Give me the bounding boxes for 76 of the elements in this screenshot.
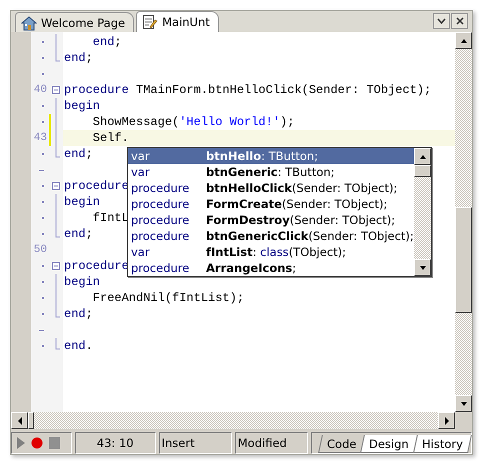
close-button[interactable] <box>451 13 468 29</box>
editor-tab[interactable]: MainUnt <box>136 11 219 32</box>
item-category: procedure <box>130 213 190 227</box>
code-line: end; <box>92 34 122 50</box>
code-line: begin <box>64 98 100 114</box>
completion-item[interactable]: procedure btnGenericClick(Sender: TObject); <box>128 228 414 244</box>
item-signature: btnGeneric: TButton; <box>206 165 335 179</box>
arrow-right-icon <box>444 416 450 424</box>
item-signature: FormDestroy(Sender: TObject); <box>206 213 396 227</box>
view-tab[interactable]: Code <box>318 435 366 453</box>
code-line: end; <box>64 146 93 162</box>
item-signature: ArrangeIcons; <box>206 261 296 275</box>
scroll-up-button[interactable] <box>455 32 472 49</box>
dropdown-button[interactable] <box>433 13 450 29</box>
chevron-icon <box>437 18 446 24</box>
insert-mode: Insert <box>158 432 232 454</box>
item-signature: fIntList: class(TObject); <box>206 245 346 259</box>
code-line: ShowMessage('Hello World!'); <box>92 114 294 130</box>
code-line: end. <box>64 338 93 354</box>
completion-item[interactable]: var fIntList: class(TObject); <box>128 244 414 260</box>
file-edit-icon <box>142 14 158 30</box>
code-line: Self. <box>92 130 129 146</box>
arrow-down-icon <box>460 400 468 406</box>
code-line: end; <box>64 306 93 322</box>
arrow-left-icon <box>16 416 22 424</box>
scroll-up-button[interactable] <box>414 148 431 165</box>
scroll-thumb[interactable] <box>28 412 34 429</box>
horizontal-scrollbar[interactable] <box>11 412 472 429</box>
code-line: fIntL <box>92 210 129 226</box>
view-tab[interactable]: Design <box>360 435 418 453</box>
item-signature: btnHelloClick(Sender: TObject); <box>206 181 398 195</box>
scroll-thumb[interactable] <box>414 165 431 177</box>
code-line: procedure TMainForm.btnHelloClick(Sender: TObject); <box>64 82 432 98</box>
code-line: procedure <box>64 258 129 274</box>
arrow-down-icon <box>418 264 426 270</box>
item-signature: btnHello: TButton; <box>206 149 318 163</box>
scroll-thumb[interactable] <box>455 207 472 313</box>
line-number: 50 <box>32 244 47 256</box>
item-category: var <box>130 245 151 259</box>
completion-item[interactable]: procedure FormCreate(Sender: TObject); <box>128 196 414 212</box>
run-icon[interactable] <box>17 437 25 449</box>
item-category: procedure <box>130 181 190 195</box>
modified-status: Modified <box>234 432 308 454</box>
scroll-left-button[interactable] <box>11 412 28 429</box>
scroll-right-button[interactable] <box>438 412 455 429</box>
cursor-position: 43: 10 <box>74 432 156 454</box>
code-line: procedure <box>64 178 129 194</box>
view-tab[interactable]: History <box>413 435 472 453</box>
code-line: begin <box>64 274 100 290</box>
item-category: var <box>130 165 151 179</box>
vertical-scrollbar[interactable] <box>455 32 472 412</box>
code-line: begin <box>64 194 100 210</box>
scroll-down-button[interactable] <box>414 259 431 276</box>
line-number: 43 <box>32 132 47 144</box>
completion-item[interactable]: var btnGeneric: TButton; <box>128 164 414 180</box>
completion-item[interactable]: procedure ArrangeIcons; <box>128 260 414 276</box>
arrow-up-icon <box>418 154 426 160</box>
code-line: end; <box>64 226 93 242</box>
arrow-up-icon <box>460 38 468 44</box>
scroll-down-button[interactable] <box>455 395 472 412</box>
item-category: procedure <box>130 229 190 243</box>
line-number: 40 <box>32 84 47 96</box>
item-signature: FormCreate(Sender: TObject); <box>206 197 388 211</box>
record-icon[interactable] <box>31 437 43 449</box>
completion-item[interactable]: procedure FormDestroy(Sender: TObject); <box>128 212 414 228</box>
completion-item[interactable]: var btnHello: TButton; <box>128 148 414 164</box>
editor-tab[interactable]: Welcome Page <box>15 12 134 32</box>
item-signature: btnGenericClick(Sender: TObject); <box>206 229 414 243</box>
item-category: procedure <box>130 197 190 211</box>
popup-scrollbar[interactable] <box>414 148 431 276</box>
code-line: FreeAndNil(fIntList); <box>92 290 244 306</box>
item-category: procedure <box>130 261 190 275</box>
item-category: var <box>130 149 151 163</box>
completion-item[interactable]: procedure btnHelloClick(Sender: TObject); <box>128 180 414 196</box>
code-line: end; <box>64 50 93 66</box>
close-icon <box>456 17 464 25</box>
